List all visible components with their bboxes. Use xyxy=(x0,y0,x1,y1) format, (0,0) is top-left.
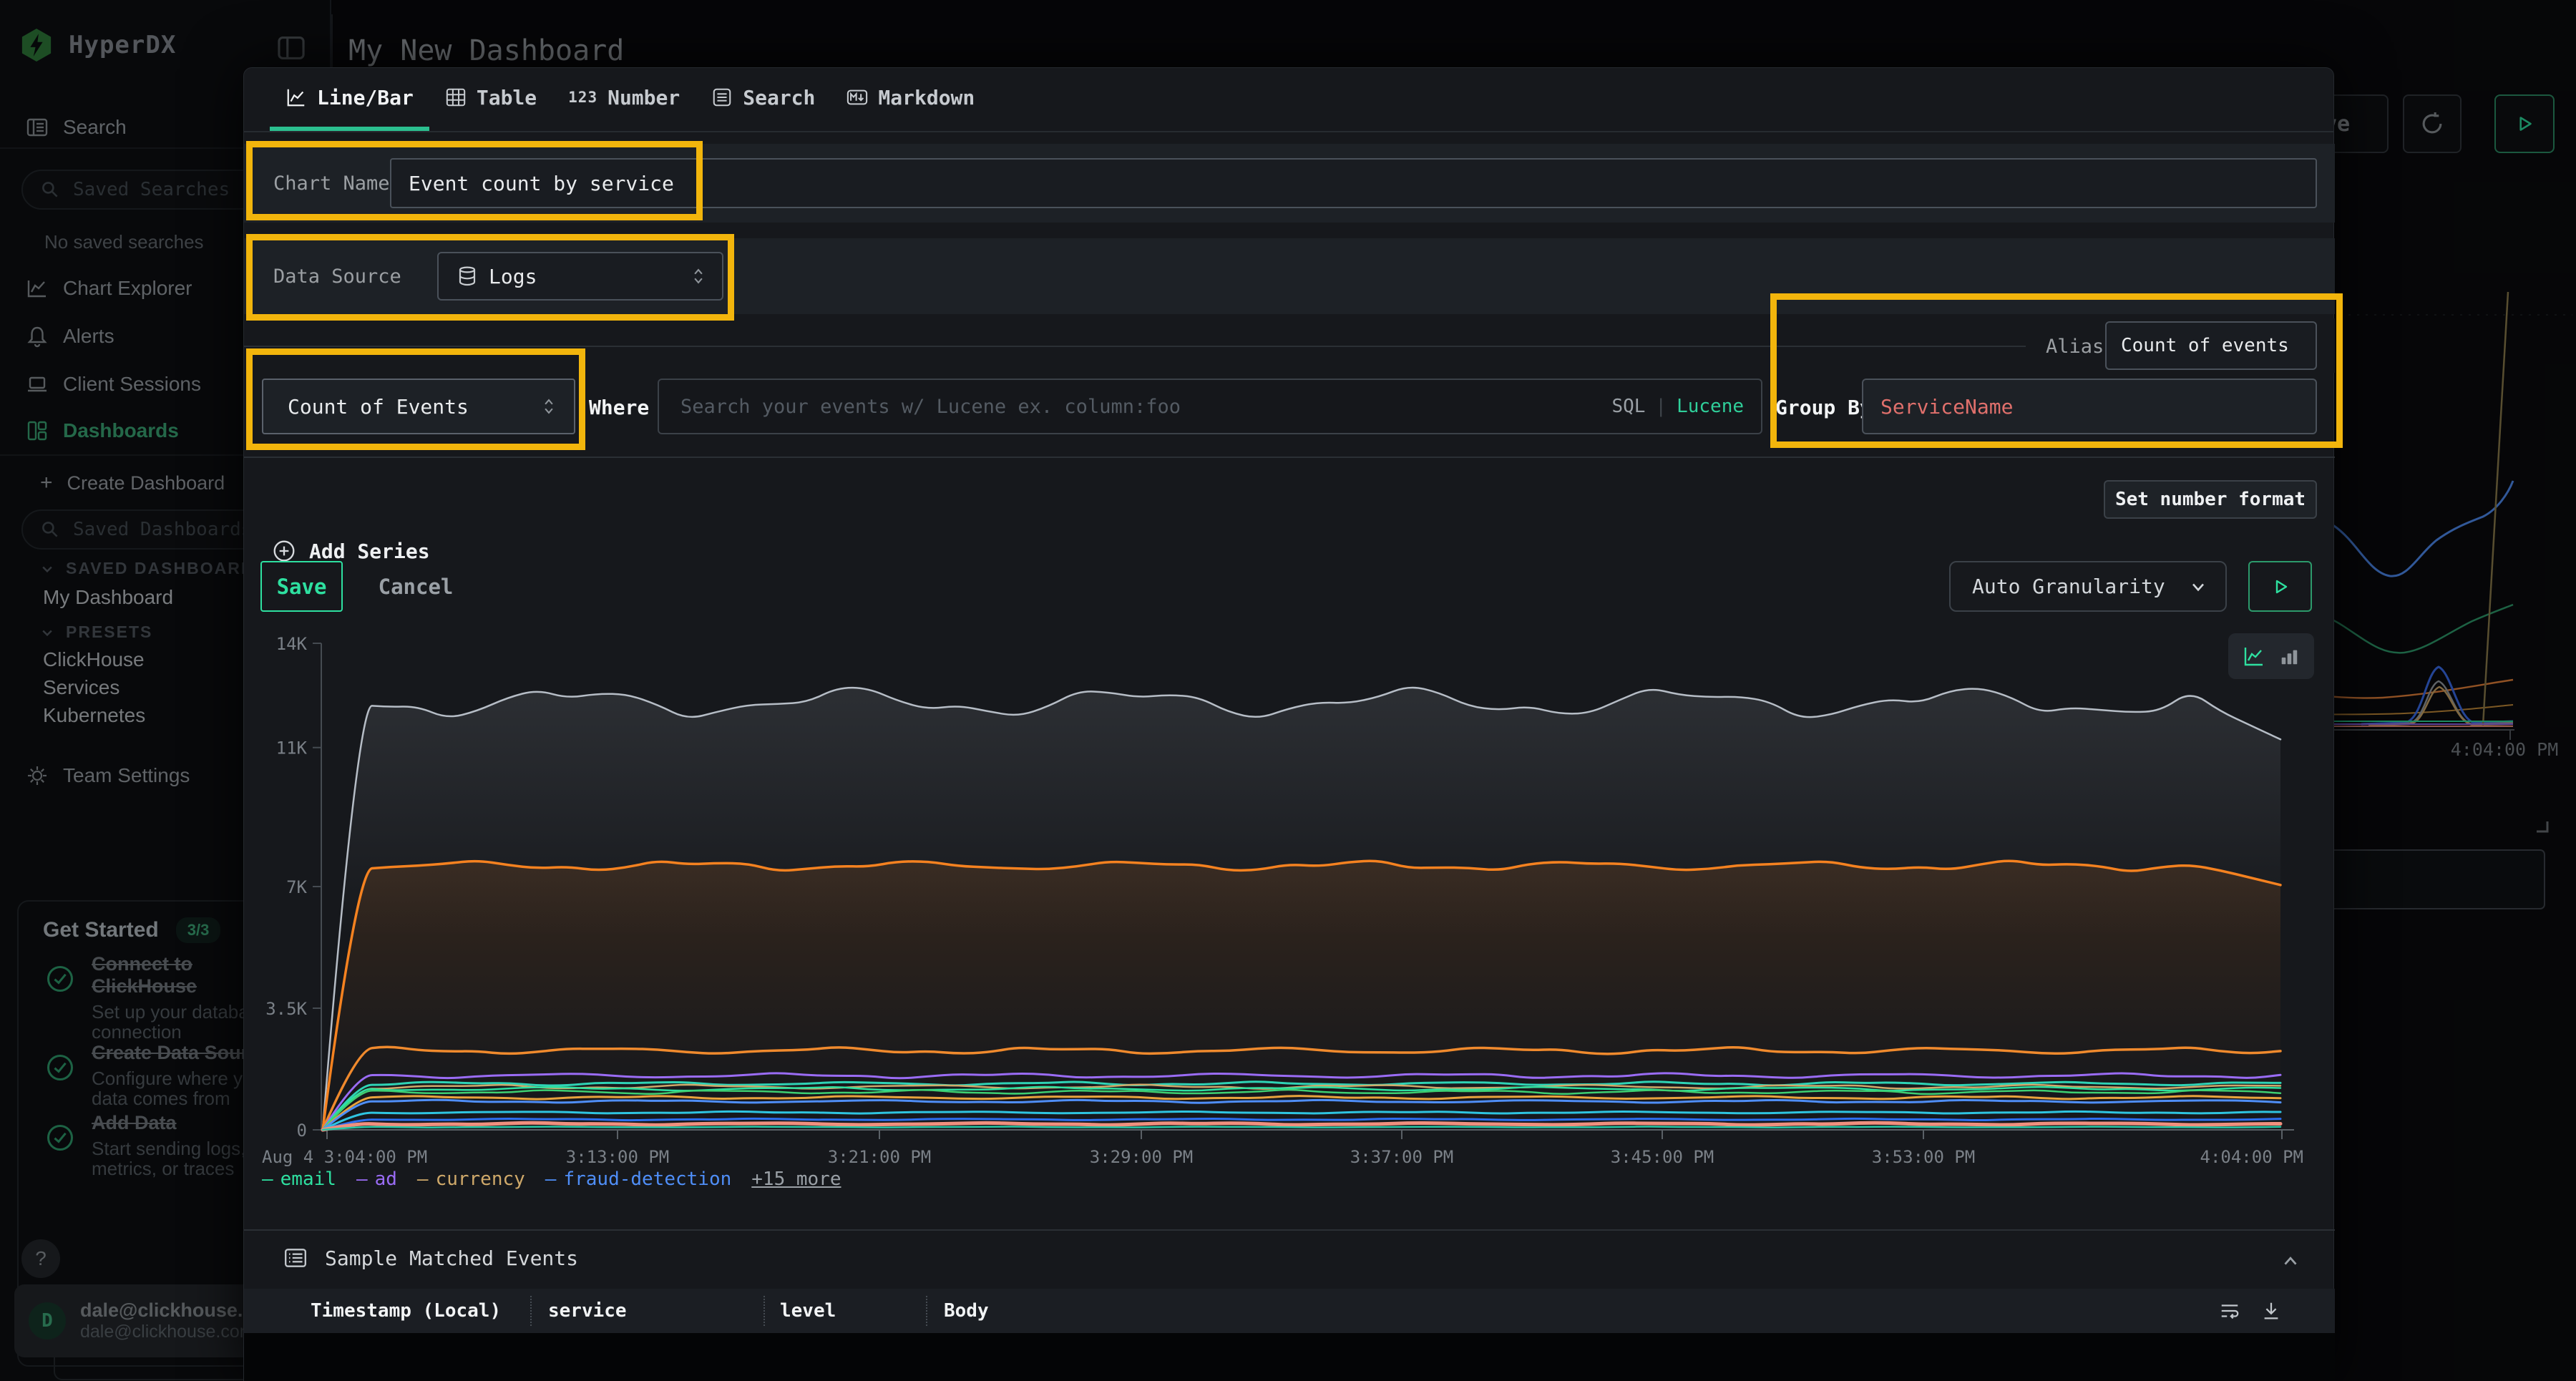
collapse-section-chevron-icon[interactable] xyxy=(2280,1250,2301,1272)
tab-search[interactable]: Search xyxy=(696,68,831,131)
svg-text:3:29:00 PM: 3:29:00 PM xyxy=(1090,1147,1194,1167)
chevron-down-icon xyxy=(2188,577,2208,597)
legend-dash: — xyxy=(262,1168,273,1190)
chart-legend: — email — ad — currency — fraud-detection +15 mo… xyxy=(262,1168,841,1190)
lucene-toggle[interactable]: Lucene xyxy=(1677,396,1744,417)
svg-text:3.5K: 3.5K xyxy=(265,999,307,1019)
highlight-box-chart-name xyxy=(246,141,703,220)
search-list-icon xyxy=(711,87,733,108)
legend-item[interactable]: — fraud-detection xyxy=(545,1168,731,1190)
legend-item[interactable]: — email xyxy=(262,1168,336,1190)
divider xyxy=(244,457,2335,458)
wrap-text-icon[interactable] xyxy=(2219,1300,2240,1322)
add-series-button[interactable]: Add Series xyxy=(272,539,430,563)
legend-label: email xyxy=(280,1168,336,1190)
column-timestamp[interactable]: Timestamp (Local) xyxy=(311,1300,501,1322)
legend-label: ad xyxy=(375,1168,397,1190)
svg-text:11K: 11K xyxy=(276,738,308,758)
svg-text:Aug 4 3:04:00 PM: Aug 4 3:04:00 PM xyxy=(262,1147,427,1167)
svg-text:3:37:00 PM: 3:37:00 PM xyxy=(1350,1147,1454,1167)
legend-item[interactable]: — ad xyxy=(356,1168,397,1190)
legend-more-link[interactable]: +15 more xyxy=(751,1168,841,1190)
svg-text:14K: 14K xyxy=(276,634,308,654)
svg-text:7K: 7K xyxy=(286,877,307,897)
tab-line-bar[interactable]: Line/Bar xyxy=(270,68,429,131)
screen: HyperDX Search No saved searches xyxy=(0,0,2576,1381)
markdown-icon xyxy=(847,87,868,108)
svg-text:0: 0 xyxy=(297,1121,307,1141)
legend-label: currency xyxy=(436,1168,525,1190)
circle-plus-icon xyxy=(272,539,296,563)
where-label: Where xyxy=(589,396,649,419)
events-table-body xyxy=(244,1333,2335,1381)
chart-type-tabs: Line/Bar Table 123 Number Search xyxy=(244,68,2333,132)
divider xyxy=(244,1229,2335,1231)
column-service[interactable]: service xyxy=(548,1300,627,1322)
events-table-header: Timestamp (Local) service level Body xyxy=(244,1289,2335,1333)
event-count-chart[interactable]: 0 3.5K 7K 11K 14K Aug 4 3:04:00 PM 3:13:00 PM 3… xyxy=(244,619,2335,1191)
column-body[interactable]: Body xyxy=(944,1300,989,1322)
play-icon xyxy=(2269,575,2292,598)
highlight-box-data-source xyxy=(246,234,734,321)
table-icon xyxy=(445,87,467,108)
svg-text:3:45:00 PM: 3:45:00 PM xyxy=(1611,1147,1714,1167)
legend-dash: — xyxy=(545,1168,557,1190)
column-level[interactable]: level xyxy=(780,1300,836,1322)
highlight-box-aggregation xyxy=(246,348,585,450)
sample-events-header: Sample Matched Events xyxy=(283,1246,578,1270)
svg-text:3:53:00 PM: 3:53:00 PM xyxy=(1872,1147,1976,1167)
set-number-format-button[interactable]: Set number format xyxy=(2104,480,2317,519)
legend-item[interactable]: — currency xyxy=(417,1168,525,1190)
divider xyxy=(244,346,2026,347)
legend-label: +15 more xyxy=(751,1168,841,1190)
svg-text:3:13:00 PM: 3:13:00 PM xyxy=(566,1147,670,1167)
tab-table[interactable]: Table xyxy=(429,68,552,131)
where-search-input[interactable]: SQL | Lucene xyxy=(658,379,1762,434)
query-language-toggle: SQL | Lucene xyxy=(1611,380,1744,433)
tab-number[interactable]: 123 Number xyxy=(552,68,696,131)
list-icon xyxy=(283,1246,308,1270)
cancel-button[interactable]: Cancel xyxy=(369,561,462,612)
highlight-box-group-by-alias xyxy=(1770,293,2343,448)
run-query-button[interactable] xyxy=(2248,561,2312,612)
number-123-icon: 123 xyxy=(568,89,597,106)
granularity-select[interactable]: Auto Granularity xyxy=(1949,561,2227,612)
save-button[interactable]: Save xyxy=(260,561,343,612)
legend-label: fraud-detection xyxy=(563,1168,731,1190)
legend-dash: — xyxy=(356,1168,368,1190)
svg-text:4:04:00 PM: 4:04:00 PM xyxy=(2200,1147,2304,1167)
sql-toggle[interactable]: SQL xyxy=(1611,396,1645,417)
legend-dash: — xyxy=(417,1168,429,1190)
svg-text:3:21:00 PM: 3:21:00 PM xyxy=(828,1147,932,1167)
line-chart-icon xyxy=(286,87,307,108)
download-icon[interactable] xyxy=(2260,1300,2282,1322)
tab-markdown[interactable]: Markdown xyxy=(831,68,990,131)
